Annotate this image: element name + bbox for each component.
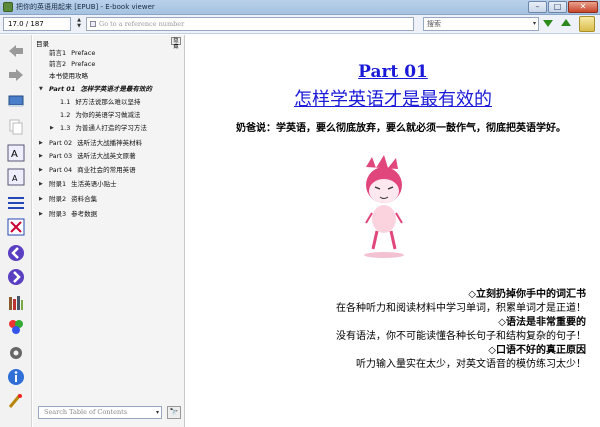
reference-placeholder: Go to a reference number xyxy=(99,20,185,28)
font-smaller-icon[interactable]: A xyxy=(6,167,26,187)
point-text: 没有语法，你不可能读懂各种长句子和结构复杂的句子！ xyxy=(336,331,586,342)
toc-panel: 目录 隐藏 前言1 Preface 前言2 Preface 本书使用攻略 ▼ Par… xyxy=(33,35,185,427)
toc-close-button[interactable]: 隐藏 xyxy=(171,37,181,50)
toc-item[interactable]: 本书使用攻略 xyxy=(49,72,88,81)
toc-close-label: 隐藏 xyxy=(173,38,179,50)
cartoon-illustration xyxy=(364,155,404,258)
title-bar: 把你的英语用起来 [EPUB] - E-book viewer – □ ✕ xyxy=(0,0,600,15)
toc-collapse-icon[interactable]: ▶ xyxy=(39,180,43,189)
toc-icon[interactable] xyxy=(6,193,26,213)
toc-item[interactable]: 附录2 资料合集 xyxy=(49,195,97,204)
part-label[interactable]: Part 01 xyxy=(186,62,600,82)
toc-search-placeholder: Search Table of Contents xyxy=(44,408,128,416)
point-heading: ◇立刻扔掉你手中的词汇书 xyxy=(468,289,586,300)
window-controls: – □ ✕ xyxy=(528,1,598,13)
minimize-button[interactable]: – xyxy=(528,1,547,13)
svg-text:A: A xyxy=(11,149,18,160)
toc-collapse-icon[interactable]: ▶ xyxy=(39,152,43,161)
close-button[interactable]: ✕ xyxy=(568,1,598,13)
page-number-field[interactable]: 17.0 / 187 xyxy=(3,17,71,31)
window-title: 把你的英语用起来 [EPUB] - E-book viewer xyxy=(16,3,155,11)
toc-item[interactable]: 1.3 为普通人打造的学习方法 xyxy=(60,124,147,133)
fullscreen-icon[interactable] xyxy=(6,217,26,237)
chapter-title[interactable]: 怎样学英语才是最有效的 xyxy=(186,85,600,111)
theme-icon[interactable] xyxy=(6,317,26,337)
app-icon xyxy=(3,2,13,12)
toc-collapse-icon[interactable]: ▶ xyxy=(39,195,43,204)
toc-item[interactable]: Part 02 选听法大战播神英材料 xyxy=(49,139,142,148)
back-icon[interactable] xyxy=(6,41,26,61)
toc-search-button[interactable]: 🔭 xyxy=(167,406,181,419)
spin-down-icon[interactable]: ▼ xyxy=(74,23,84,29)
point-text: 听力输入量实在太少，对英文语音的模仿练习太少！ xyxy=(356,359,586,370)
search-placeholder: 搜索 xyxy=(427,20,441,28)
toc-item[interactable]: 前言1 Preface xyxy=(49,49,95,58)
forward-icon[interactable] xyxy=(6,65,26,85)
point-text: 在各种听力和阅读材料中学习单词，积累单词才是正道！ xyxy=(336,303,586,314)
toc-item-active[interactable]: Part 01 怎样学英语才是最有效的 xyxy=(49,85,152,94)
reference-input[interactable]: Go to a reference number xyxy=(86,17,414,31)
notes-icon[interactable] xyxy=(579,16,595,32)
point-heading: ◇语法是非常重要的 xyxy=(498,317,586,328)
page-spinner[interactable]: ▲ ▼ xyxy=(74,17,84,31)
previous-page-icon[interactable] xyxy=(6,243,26,263)
toc-collapse-icon[interactable]: ▶ xyxy=(39,139,43,148)
reading-pane[interactable]: Part 01 怎样学英语才是最有效的 奶爸说：学英语，要么彻底放弃，要么就必须… xyxy=(186,35,600,427)
info-icon[interactable] xyxy=(6,367,26,387)
toc-header: 目录 xyxy=(36,40,49,48)
point-heading: ◇口语不好的真正原因 xyxy=(488,345,586,356)
toc-item[interactable]: 附录1 生活英语小贴士 xyxy=(49,180,117,189)
search-dropdown-icon[interactable]: ▾ xyxy=(533,18,536,30)
copy-icon[interactable] xyxy=(6,117,26,137)
toc-item[interactable]: 前言2 Preface xyxy=(49,60,95,69)
intro-paragraph: 奶爸说：学英语，要么彻底放弃，要么就必须一鼓作气，彻底把英语学好。 xyxy=(236,123,566,134)
toc-item[interactable]: Part 04 商业社会的常用英语 xyxy=(49,166,136,175)
toc-item[interactable]: Part 03 选听法大战英文原著 xyxy=(49,152,136,161)
print-icon[interactable] xyxy=(6,391,26,411)
svg-text:A: A xyxy=(12,174,18,183)
font-larger-icon[interactable]: A xyxy=(6,143,26,163)
find-previous-icon[interactable] xyxy=(561,19,571,26)
library-icon[interactable] xyxy=(6,91,26,111)
toc-search-dropdown-icon[interactable]: ▾ xyxy=(156,407,159,418)
bookmark-icon[interactable] xyxy=(6,293,26,313)
toc-item[interactable]: 1.2 为你的英语学习做减法 xyxy=(60,111,140,120)
toc-expand-icon[interactable]: ▼ xyxy=(39,85,43,94)
find-next-icon[interactable] xyxy=(543,20,553,27)
toc-collapse-icon[interactable]: ▶ xyxy=(39,210,43,219)
toc-item[interactable]: 附录3 参考数据 xyxy=(49,210,97,219)
toc-collapse-icon[interactable]: ▶ xyxy=(50,124,54,133)
toc-collapse-icon[interactable]: ▶ xyxy=(39,166,43,175)
maximize-button[interactable]: □ xyxy=(548,1,567,13)
preferences-icon[interactable] xyxy=(6,343,26,363)
reference-icon xyxy=(90,21,96,27)
next-page-icon[interactable] xyxy=(6,267,26,287)
left-toolbar: A A xyxy=(0,35,32,427)
search-input[interactable]: 搜索 ▾ xyxy=(423,17,539,31)
toc-item[interactable]: 1.1 好方法说那么难以坚持 xyxy=(60,98,140,107)
toc-search-input[interactable]: Search Table of Contents ▾ xyxy=(38,406,162,419)
top-toolbar: 17.0 / 187 ▲ ▼ Go to a reference number … xyxy=(0,15,600,34)
